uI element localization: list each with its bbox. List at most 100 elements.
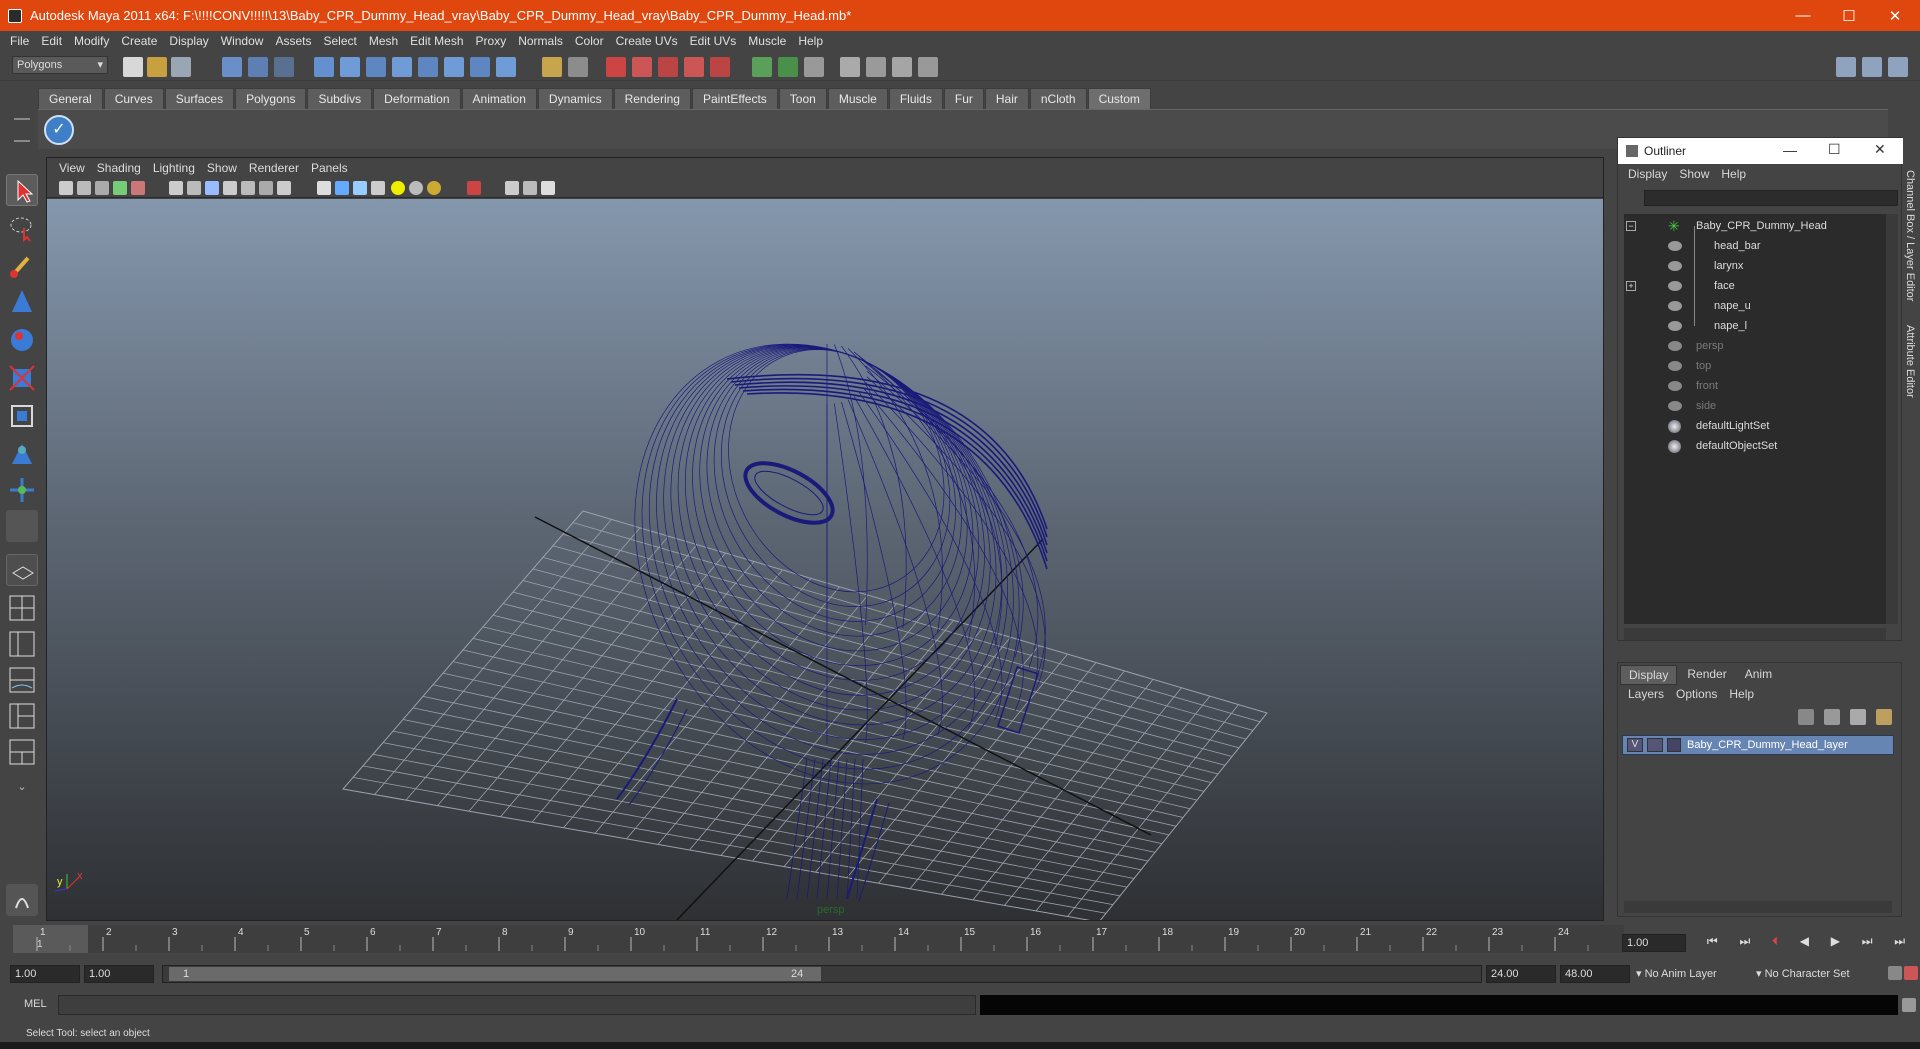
outliner-horizontal-scrollbar[interactable] — [1624, 628, 1886, 640]
toolbox-expand-icon[interactable]: ⌄ — [6, 780, 38, 798]
maximize-button[interactable]: ☐ — [1826, 0, 1872, 31]
menu-create[interactable]: Create — [115, 34, 163, 48]
shelf-tab-surfaces[interactable]: Surfaces — [164, 88, 235, 109]
step-back-key-icon[interactable]: ⏭ — [1739, 934, 1750, 952]
manipulator-tool-icon[interactable] — [6, 400, 38, 432]
outliner-item-persp[interactable]: persp — [1624, 336, 1886, 356]
shelf-tab-painteffects[interactable]: PaintEffects — [691, 88, 778, 109]
help-question-icon[interactable] — [496, 57, 516, 77]
shelf-tab-fur[interactable]: Fur — [943, 88, 984, 109]
last-tool-icon[interactable] — [6, 510, 38, 542]
vp-menu-panels[interactable]: Panels — [305, 161, 354, 175]
outliner-menu-display[interactable]: Display — [1622, 167, 1673, 181]
shelf-tab-rendering[interactable]: Rendering — [613, 88, 691, 109]
go-to-start-icon[interactable]: ⏮ — [1707, 934, 1718, 952]
safe-title-icon[interactable] — [277, 181, 291, 195]
animation-start-field[interactable]: 1.00 — [10, 965, 80, 983]
share-icon[interactable] — [541, 181, 555, 195]
menu-assets[interactable]: Assets — [269, 34, 317, 48]
smooth-shade-icon[interactable] — [335, 181, 349, 195]
shelf-tab-muscle[interactable]: Muscle — [827, 88, 888, 109]
paint-select-icon[interactable] — [6, 250, 38, 282]
channel-box-icon[interactable] — [840, 57, 860, 77]
safe-action-icon[interactable] — [259, 181, 273, 195]
input-ops-icon[interactable] — [568, 57, 588, 77]
outliner-item-nape-u[interactable]: nape_u — [1624, 296, 1886, 316]
layout-four-icon[interactable] — [6, 592, 38, 624]
snap-point-icon[interactable] — [366, 57, 386, 77]
animation-end-field[interactable]: 48.00 — [1560, 965, 1630, 983]
minimize-button[interactable]: — — [1780, 0, 1826, 31]
menu-normals[interactable]: Normals — [512, 34, 569, 48]
xray-icon[interactable] — [505, 181, 519, 195]
gate-mask-icon[interactable] — [223, 181, 237, 195]
layout-hypershade-icon[interactable] — [6, 700, 38, 732]
render-settings-icon[interactable] — [658, 57, 678, 77]
shadows-icon[interactable] — [427, 181, 441, 195]
layout-single-icon[interactable] — [6, 554, 38, 586]
show-tool-settings-icon[interactable] — [1888, 57, 1908, 77]
camera-attr-icon[interactable] — [77, 181, 91, 195]
open-scene-icon[interactable] — [147, 57, 167, 77]
menu-edit-mesh[interactable]: Edit Mesh — [404, 34, 469, 48]
layer-menu-layers[interactable]: Layers — [1622, 687, 1670, 701]
shelf-tab-polygons[interactable]: Polygons — [235, 88, 307, 109]
layer-tab-render[interactable]: Render — [1677, 665, 1736, 685]
checkmark-shelf-icon[interactable]: ✓ — [44, 115, 74, 145]
scale-tool-icon[interactable] — [6, 362, 38, 394]
layer-move-up-icon[interactable] — [1798, 709, 1814, 725]
range-slider-track[interactable]: 1 24 — [162, 965, 1482, 983]
shelf-tab-custom[interactable]: Custom — [1087, 88, 1151, 109]
menu-file[interactable]: File — [4, 34, 35, 48]
layout-side-outliner-icon[interactable] — [6, 628, 38, 660]
wireframe-icon[interactable] — [317, 181, 331, 195]
shelf-tab-general[interactable]: General — [38, 88, 103, 109]
menu-create-uvs[interactable]: Create UVs — [610, 34, 684, 48]
snap-curve-icon[interactable] — [340, 57, 360, 77]
preferences-icon[interactable] — [1904, 966, 1918, 980]
menu-help[interactable]: Help — [792, 34, 829, 48]
outliner-search-field[interactable] — [1644, 190, 1898, 206]
auto-key-icon[interactable] — [1888, 966, 1902, 980]
soft-mod-icon[interactable] — [6, 438, 38, 470]
outliner-item-root[interactable]: − ✳ Baby_CPR_Dummy_Head — [1624, 216, 1886, 236]
play-backward-icon[interactable]: ◀ — [1800, 934, 1809, 952]
vp-menu-shading[interactable]: Shading — [91, 161, 147, 175]
hypershade-icon[interactable] — [684, 57, 704, 77]
textured-icon[interactable] — [371, 181, 385, 195]
outliner-maximize-button[interactable]: ☐ — [1828, 141, 1841, 158]
camera-attr-2-icon[interactable] — [131, 181, 145, 195]
grid-toggle-icon[interactable] — [169, 181, 183, 195]
menu-window[interactable]: Window — [215, 34, 270, 48]
select-tool-icon[interactable] — [6, 174, 38, 206]
3d-scene[interactable]: y x persp — [47, 199, 1603, 920]
quick-layout-icon[interactable] — [6, 884, 38, 916]
show-channel-box-icon[interactable] — [1836, 57, 1856, 77]
step-back-frame-icon[interactable]: ⏴ — [1772, 934, 1778, 952]
menu-select[interactable]: Select — [317, 34, 362, 48]
all-lights-icon[interactable] — [409, 181, 423, 195]
shelf-tab-dynamics[interactable]: Dynamics — [537, 88, 613, 109]
layer-tab-display[interactable]: Display — [1620, 665, 1678, 685]
bookmark-icon[interactable] — [95, 181, 109, 195]
channel-box-side-tab[interactable]: Channel Box / Layer Editor — [1904, 170, 1916, 301]
menu-edit-uvs[interactable]: Edit UVs — [684, 34, 743, 48]
layer-horizontal-scrollbar[interactable] — [1624, 901, 1892, 913]
ipr-render-icon[interactable] — [632, 57, 652, 77]
outliner-item-face[interactable]: + face — [1624, 276, 1886, 296]
menu-set-dropdown[interactable]: Polygons ▾ — [12, 56, 108, 74]
tool-settings-icon[interactable] — [804, 57, 824, 77]
command-input[interactable] — [58, 995, 976, 1015]
script-editor-button-icon[interactable] — [1902, 998, 1916, 1012]
camera-select-icon[interactable] — [59, 181, 73, 195]
outliner-vertical-scrollbar[interactable] — [1886, 214, 1898, 624]
outliner-item-head-bar[interactable]: head_bar — [1624, 236, 1886, 256]
menu-display[interactable]: Display — [163, 34, 214, 48]
layer-menu-options[interactable]: Options — [1670, 687, 1723, 701]
character-set-dropdown[interactable]: ▾ No Character Set — [1756, 965, 1886, 983]
vp-menu-renderer[interactable]: Renderer — [243, 161, 305, 175]
field-chart-icon[interactable] — [241, 181, 255, 195]
shelf-menu-icon[interactable] — [14, 118, 30, 142]
outliner-item-top[interactable]: top — [1624, 356, 1886, 376]
vp-menu-view[interactable]: View — [53, 161, 91, 175]
